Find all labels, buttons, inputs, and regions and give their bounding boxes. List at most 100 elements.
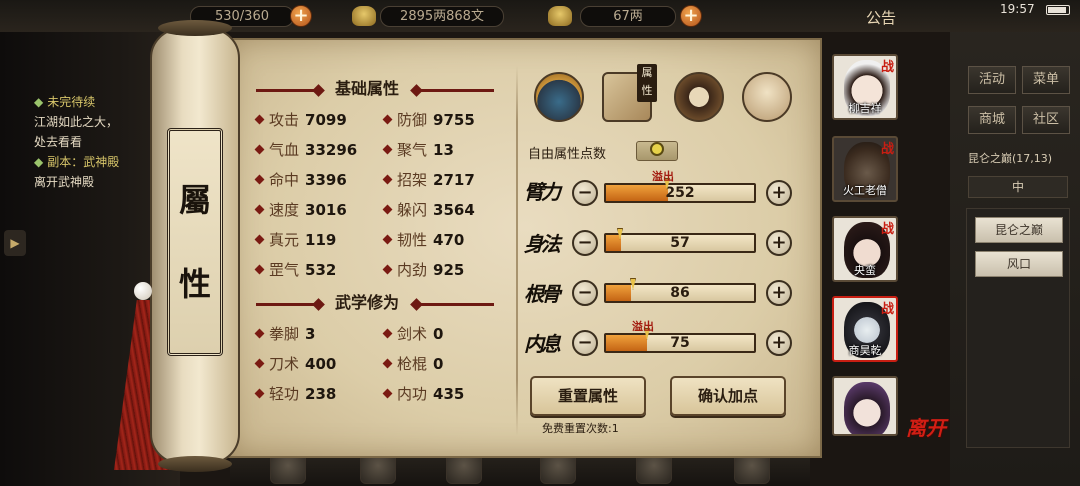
scroll-cap-top [158,20,232,36]
scroll-title-plaque: 屬 性 [167,128,223,356]
decrease-strength-button[interactable]: − [572,180,598,206]
community-button[interactable]: 社区 [1022,106,1070,134]
meridian-body-icon[interactable] [742,72,792,122]
copper-display: 2895两868文 [380,6,504,27]
attr-name-agility: 身法 [524,232,561,256]
party-member-portrait[interactable]: 柳吉祥 战 [832,54,898,120]
party-member-portrait[interactable]: 商昊乾 战 [832,296,898,362]
diamond-icon: ◆ [34,95,44,109]
stat-sword: 剑术 0 [382,322,443,346]
reset-attributes-button[interactable]: 重置属性 [530,376,646,416]
stat-inner-skill: 内功 435 [382,382,464,406]
stat-qi-gather: 聚气 13 [382,138,454,162]
quest-title: 未完待续 [47,95,96,109]
character-hat-icon[interactable] [534,72,584,122]
attr-name-breath: 内息 [524,332,561,356]
decrease-constitution-button[interactable]: − [572,280,598,306]
free-reset-count: 免费重置次数:1 [542,422,619,435]
increase-constitution-button[interactable]: + [766,280,792,306]
strength-value: 252 [665,185,695,201]
add-stamina-button[interactable]: + [290,5,312,27]
scroll-title-char: 屬 [178,181,211,219]
copper-coin-icon [352,6,376,26]
party-member-name: 央蛮 [854,264,876,277]
stat-spear: 枪棍 0 [382,352,443,376]
map-coordinates: 昆仑之巅(17,13) [968,152,1053,165]
battle-badge: 战 [880,302,894,317]
free-points-value: 0 [636,141,678,161]
diamond-icon: ◆ [34,155,44,169]
portrait-face [844,382,890,434]
leave-button[interactable]: 离开 [906,412,946,441]
stat-attack: 攻击 7099 [254,108,347,132]
free-points-label: 自由属性点数 [528,147,607,162]
coin-icon [650,142,664,156]
menu-button[interactable]: 菜单 [1022,66,1070,94]
panel-divider [516,66,518,436]
decrease-breath-button[interactable]: − [572,330,598,356]
gold-display: 67两 [580,6,676,27]
gold-ingot-icon [548,6,572,26]
breath-bar: 75 [604,333,756,353]
party-member-portrait[interactable]: 火工老僧 战 [832,136,898,202]
constitution-bar: 86 [604,283,756,303]
stat-hp: 气血 33296 [254,138,357,162]
stat-hit: 命中 3396 [254,168,347,192]
basic-attributes-title: 基础属性 [334,79,399,98]
bagua-icon[interactable] [674,72,724,122]
stat-speed: 速度 3016 [254,198,347,222]
shop-button[interactable]: 商城 [968,106,1016,134]
stat-true-essence: 真元 119 [254,228,336,252]
attr-name-constitution: 根骨 [524,282,561,306]
section-ornament [420,303,494,306]
stat-lightness: 轻功 238 [254,382,336,406]
clock: 19:57 [1000,2,1035,16]
breath-overflow-label: 溢出 [632,320,654,333]
section-ornament [256,303,316,306]
scroll-title-char: 性 [178,265,211,303]
increase-strength-button[interactable]: + [766,180,792,206]
strength-bar: 252 [604,183,756,203]
stat-fist: 拳脚 3 [254,322,315,346]
party-member-name: 火工老僧 [843,184,887,197]
strength-overflow-label: 溢出 [652,170,674,183]
stat-gang-qi: 罡气 532 [254,258,336,282]
map-channel-tab[interactable]: 中 [968,176,1068,198]
stat-parry: 招架 2717 [382,168,475,192]
party-member-name: 柳吉祥 [848,102,882,115]
stat-blade: 刀术 400 [254,352,336,376]
party-member-portrait[interactable] [832,376,898,436]
battle-badge: 战 [880,142,894,157]
tassel-bead [134,282,152,300]
quest-title: 副本：武神殿 [47,155,120,169]
agility-bar: 57 [604,233,756,253]
battle-badge: 战 [880,222,894,237]
expand-arrow-icon[interactable]: ▶ [4,230,26,256]
attr-name-strength: 臂力 [524,180,561,204]
party-member-portrait[interactable]: 央蛮 战 [832,216,898,282]
section-ornament [256,89,316,92]
battle-badge: 战 [880,60,894,75]
notice-button[interactable]: 公告 [866,7,896,28]
confirm-points-button[interactable]: 确认加点 [670,376,786,416]
stat-toughness: 韧性 470 [382,228,464,252]
stat-inner-force: 内劲 925 [382,258,464,282]
scroll-cap-bottom [158,456,232,472]
location-item[interactable]: 昆仑之巅 [975,217,1063,243]
battery-icon [1046,5,1070,15]
increase-agility-button[interactable]: + [766,230,792,256]
breath-value: 75 [670,335,690,351]
decrease-agility-button[interactable]: − [572,230,598,256]
add-gold-button[interactable]: + [680,5,702,27]
increase-breath-button[interactable]: + [766,330,792,356]
constitution-value: 86 [670,285,690,301]
activity-button[interactable]: 活动 [968,66,1016,94]
location-item[interactable]: 风口 [975,251,1063,277]
attributes-tab-label: 属性 [637,64,657,102]
martial-cultivation-title: 武学修为 [334,293,399,312]
section-ornament [420,89,494,92]
stat-dodge: 躲闪 3564 [382,198,475,222]
party-member-name: 商昊乾 [848,344,882,357]
agility-value: 57 [670,235,690,251]
stat-defense: 防御 9755 [382,108,475,132]
